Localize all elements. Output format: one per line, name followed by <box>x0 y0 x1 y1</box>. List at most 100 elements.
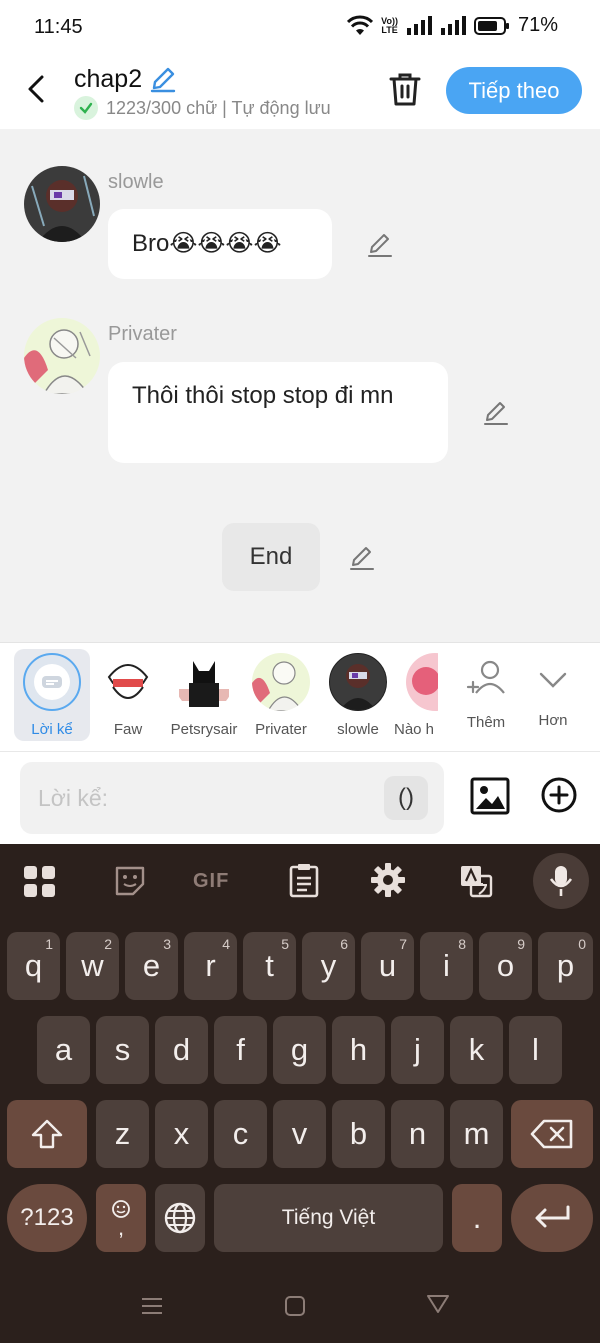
key-y[interactable]: y6 <box>302 932 355 1000</box>
edit-message-pencil-icon[interactable] <box>482 399 510 427</box>
enter-arrow-icon <box>535 1205 570 1228</box>
add-label: Thêm <box>466 714 506 731</box>
add-person-icon <box>466 660 505 694</box>
period-key[interactable]: . <box>452 1184 502 1252</box>
shift-arrow-icon <box>31 1119 63 1149</box>
key-t[interactable]: t5 <box>243 932 296 1000</box>
enter-key[interactable] <box>511 1184 593 1252</box>
clipboard-icon[interactable] <box>284 862 324 898</box>
key-k[interactable]: k <box>450 1016 503 1084</box>
key-m[interactable]: m <box>450 1100 503 1168</box>
word-count-status: 1223/300 chữ | Tự động lưu <box>106 97 331 118</box>
edit-end-pencil-icon[interactable] <box>348 544 376 572</box>
microphone-icon <box>549 866 573 896</box>
key-u[interactable]: u7 <box>361 932 414 1000</box>
composer: () <box>0 752 600 844</box>
translate-icon[interactable] <box>456 864 496 898</box>
emoji-comma-key[interactable]: , <box>96 1184 146 1252</box>
key-w[interactable]: w2 <box>66 932 119 1000</box>
backspace-key[interactable] <box>511 1100 593 1168</box>
chat-area: slowle Bro😭😭😭😭 Privater Thôi thôi stop s… <box>0 129 600 642</box>
key-z[interactable]: z <box>96 1100 149 1168</box>
sticker-icon[interactable] <box>110 864 150 898</box>
status-time: 11:45 <box>34 16 83 38</box>
key-p[interactable]: p0 <box>538 932 593 1000</box>
edit-title-pencil-icon[interactable] <box>148 64 178 94</box>
sender-name: slowle <box>108 171 164 193</box>
recents-menu-icon[interactable] <box>141 1295 163 1317</box>
character-faw[interactable]: Faw <box>90 649 166 738</box>
avatar-slowle[interactable] <box>24 166 100 242</box>
trash-icon[interactable] <box>386 70 424 110</box>
parentheses-button[interactable]: () <box>384 776 428 820</box>
key-v[interactable]: v <box>273 1100 326 1168</box>
back-arrow-icon[interactable] <box>20 72 54 106</box>
message-input[interactable] <box>38 780 378 816</box>
key-n[interactable]: n <box>391 1100 444 1168</box>
avatar-petsrysair <box>175 653 233 711</box>
more-label: Hơn <box>538 712 568 729</box>
title-row: chap2 <box>74 64 178 94</box>
key-d[interactable]: d <box>155 1016 208 1084</box>
message-bubble[interactable]: Thôi thôi stop stop đi mn <box>108 362 448 463</box>
home-square-icon[interactable] <box>284 1295 306 1317</box>
key-g[interactable]: g <box>273 1016 326 1084</box>
key-o[interactable]: o9 <box>479 932 532 1000</box>
character-nao-h[interactable]: Nào h <box>394 649 438 738</box>
settings-gear-icon[interactable] <box>368 862 408 898</box>
key-r[interactable]: r4 <box>184 932 237 1000</box>
character-label: Petsrysair <box>170 721 238 738</box>
avatar-privater[interactable] <box>24 318 100 394</box>
add-character-button[interactable]: Thêm <box>448 649 524 731</box>
battery-icon <box>473 16 509 35</box>
next-button[interactable]: Tiếp theo <box>446 67 582 114</box>
key-c[interactable]: c <box>214 1100 267 1168</box>
language-key[interactable] <box>155 1184 205 1252</box>
character-slowle[interactable]: slowle <box>320 649 396 738</box>
character-selector: Lời kể Faw Petsrysair Privater slowle Nà… <box>0 642 600 752</box>
editor-header: chap2 1223/300 chữ | Tự động lưu Tiếp th… <box>0 54 600 129</box>
battery-percent: 71% <box>517 14 558 36</box>
chevron-down-icon <box>539 672 567 688</box>
narrator-icon <box>23 653 81 711</box>
key-q[interactable]: q1 <box>7 932 60 1000</box>
edit-message-pencil-icon[interactable] <box>366 231 394 259</box>
add-plus-icon[interactable] <box>540 776 578 814</box>
shift-key[interactable] <box>7 1100 87 1168</box>
apps-grid-icon[interactable] <box>20 864 60 900</box>
image-icon[interactable] <box>470 776 510 816</box>
key-a[interactable]: a <box>37 1016 90 1084</box>
key-s[interactable]: s <box>96 1016 149 1084</box>
character-narrator[interactable]: Lời kể <box>14 649 90 741</box>
symbols-key[interactable]: ?123 <box>7 1184 87 1252</box>
sender-name: Privater <box>108 323 177 345</box>
key-x[interactable]: x <box>155 1100 208 1168</box>
key-f[interactable]: f <box>214 1016 267 1084</box>
key-j[interactable]: j <box>391 1016 444 1084</box>
backspace-icon <box>530 1119 573 1149</box>
message-input-box: () <box>20 762 444 834</box>
character-privater[interactable]: Privater <box>243 649 319 738</box>
check-icon <box>74 96 98 120</box>
wifi-icon <box>347 15 374 35</box>
key-e[interactable]: e3 <box>125 932 178 1000</box>
avatar-privater <box>252 653 310 711</box>
key-b[interactable]: b <box>332 1100 385 1168</box>
mic-button[interactable] <box>533 853 589 909</box>
more-button[interactable]: Hơn <box>515 649 591 729</box>
keyboard: GIF q1 w2 e3 r4 t5 y6 u7 i8 o9 p0 a s d … <box>0 844 600 1343</box>
signal-icon-2 <box>440 15 466 35</box>
message-bubble[interactable]: Bro😭😭😭😭 <box>108 209 332 279</box>
signal-icon <box>406 15 432 35</box>
back-triangle-icon[interactable] <box>426 1293 450 1315</box>
key-i[interactable]: i8 <box>420 932 473 1000</box>
character-label: Faw <box>113 721 143 738</box>
globe-icon <box>164 1202 196 1234</box>
character-petsrysair[interactable]: Petsrysair <box>166 649 242 738</box>
end-marker[interactable]: End <box>222 523 320 591</box>
character-label: Nào h <box>394 721 435 738</box>
key-h[interactable]: h <box>332 1016 385 1084</box>
space-key[interactable]: Tiếng Việt <box>214 1184 443 1252</box>
gif-button[interactable]: GIF <box>193 870 229 893</box>
key-l[interactable]: l <box>509 1016 562 1084</box>
